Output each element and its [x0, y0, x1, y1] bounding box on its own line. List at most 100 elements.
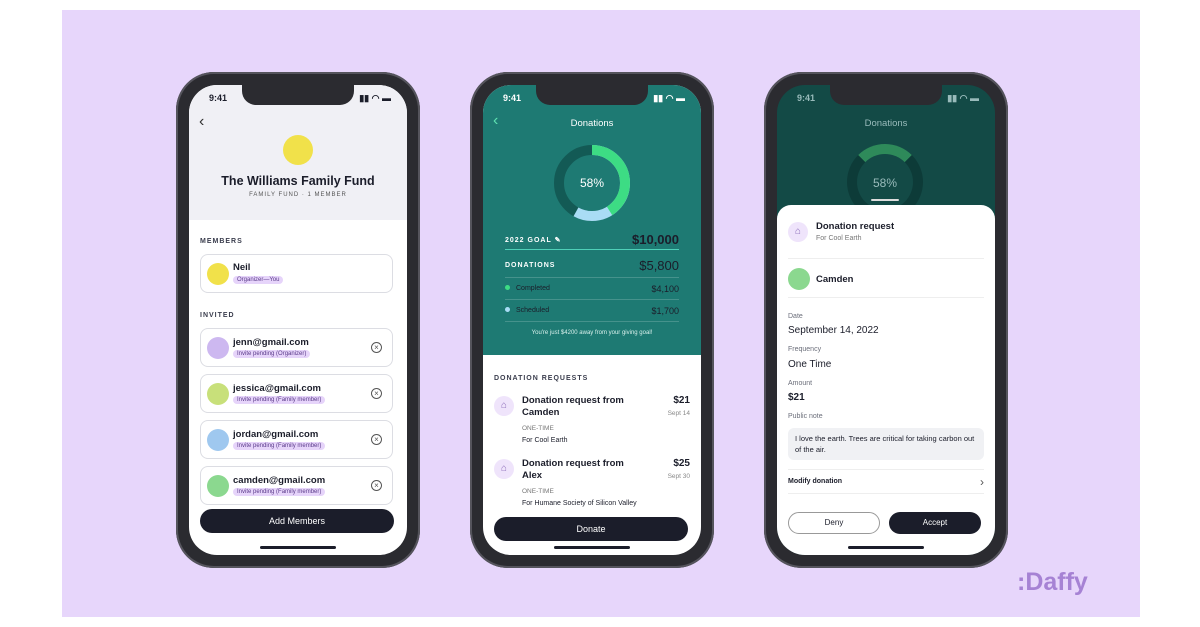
- remove-invite-icon[interactable]: ×: [371, 388, 382, 399]
- signal-wifi-battery-icon: ▮▮ ◠ ▬: [947, 93, 979, 103]
- request-charity: For Cool Earth: [522, 437, 568, 444]
- invite-card[interactable]: jenn@gmail.com Invite pending (Organizer…: [200, 328, 393, 367]
- request-date: Sept 30: [667, 473, 690, 480]
- request-type: ONE-TIME: [522, 488, 554, 495]
- public-note: I love the earth. Trees are critical for…: [788, 428, 984, 460]
- house-icon: ⌂: [788, 222, 808, 242]
- time: 9:41: [209, 93, 228, 103]
- invite-email: camden@gmail.com: [233, 475, 326, 486]
- request-type: ONE-TIME: [522, 425, 554, 432]
- request-amount: $25: [673, 458, 690, 469]
- time: 9:41: [797, 93, 816, 103]
- avatar: [207, 263, 229, 285]
- invite-status: Invite pending (Organizer): [233, 350, 311, 358]
- scheduled-label: Scheduled: [505, 307, 549, 314]
- frequency-label: Frequency: [788, 346, 822, 353]
- progress-label: 58%: [872, 176, 898, 190]
- invite-email: jessica@gmail.com: [233, 383, 321, 394]
- completed-label: Completed: [505, 285, 550, 292]
- goal-label: 2022 GOAL ✎: [505, 236, 562, 244]
- screen-title: Donations: [570, 118, 614, 129]
- request-charity: For Humane Society of Silicon Valley: [522, 500, 637, 507]
- back-icon[interactable]: ‹: [199, 113, 204, 131]
- screen-title: Donations: [864, 118, 908, 129]
- avatar: [207, 337, 229, 359]
- modify-label: Modify donation: [788, 478, 843, 485]
- daffy-logo: :Daffy: [1017, 568, 1088, 596]
- notch: [830, 85, 942, 105]
- amount-label: Amount: [788, 380, 813, 387]
- notch: [536, 85, 648, 105]
- home-indicator: [260, 546, 336, 549]
- screen: 9:41 ▮▮ ◠ ▬ ‹ The Williams Family Fund FA…: [189, 85, 407, 555]
- signal-wifi-battery-icon: ▮▮ ◠ ▬: [653, 93, 685, 103]
- goal-message: You're just $4200 away from your giving …: [531, 330, 653, 336]
- edit-icon[interactable]: ✎: [555, 237, 562, 244]
- date-value: September 14, 2022: [788, 325, 879, 336]
- avatar: [207, 429, 229, 451]
- house-icon: ⌂: [494, 459, 514, 479]
- sheet-subtitle: For Cool Earth: [816, 235, 862, 242]
- avatar: [207, 475, 229, 497]
- member-name: Neil: [233, 262, 251, 273]
- donations-value: $5,800: [639, 258, 679, 273]
- home-indicator: [554, 546, 630, 549]
- screen: 9:41 ▮▮ ◠ ▬ Donations 58% ⌂ Donation requ…: [777, 85, 995, 555]
- remove-invite-icon[interactable]: ×: [371, 342, 382, 353]
- remove-invite-icon[interactable]: ×: [371, 434, 382, 445]
- frequency-value: One Time: [788, 359, 832, 370]
- modify-donation-row[interactable]: Modify donation ›: [788, 469, 984, 494]
- donate-button[interactable]: Donate: [494, 517, 688, 541]
- add-members-button[interactable]: Add Members: [200, 509, 394, 533]
- avatar: [207, 383, 229, 405]
- request-amount: $21: [673, 395, 690, 406]
- requests-label: DONATION REQUESTS: [494, 375, 589, 382]
- accept-button[interactable]: Accept: [889, 512, 981, 534]
- signal-wifi-battery-icon: ▮▮ ◠ ▬: [359, 93, 391, 103]
- sheet-title: Donation request: [816, 221, 895, 232]
- amount-value: $21: [788, 392, 805, 403]
- request-title: Donation request from Camden: [522, 395, 624, 418]
- invite-card[interactable]: jordan@gmail.com Invite pending (Family …: [200, 420, 393, 459]
- phone-request-detail: 9:41 ▮▮ ◠ ▬ Donations 58% ⌂ Donation requ…: [764, 72, 1008, 568]
- chevron-right-icon: ›: [980, 474, 984, 489]
- request-sheet: ⌂ Donation request For Cool Earth Camden…: [777, 205, 995, 555]
- requester-name: Camden: [816, 274, 854, 285]
- home-indicator: [848, 546, 924, 549]
- scheduled-value: $1,700: [651, 305, 679, 316]
- request-date: Sept 14: [667, 410, 690, 417]
- invite-status: Invite pending (Family member): [233, 488, 326, 496]
- member-card[interactable]: Neil Organizer—You: [200, 254, 393, 293]
- role-badge: Organizer—You: [233, 276, 284, 284]
- invite-status: Invite pending (Family member): [233, 396, 326, 404]
- request-title: Donation request from Alex: [522, 458, 624, 481]
- donations-label: DONATIONS: [505, 262, 556, 269]
- requester-avatar: [788, 268, 810, 290]
- screen: 9:41 ▮▮ ◠ ▬ ‹ Donations 58% 2022 GOAL ✎ $…: [483, 85, 701, 555]
- remove-invite-icon[interactable]: ×: [371, 480, 382, 491]
- fund-avatar: [283, 135, 313, 165]
- progress-label: 58%: [579, 176, 605, 190]
- invite-email: jenn@gmail.com: [233, 337, 309, 348]
- note-label: Public note: [788, 413, 823, 420]
- completed-value: $4,100: [651, 283, 679, 294]
- house-icon: ⌂: [494, 396, 514, 416]
- notch: [242, 85, 354, 105]
- invited-label: INVITED: [200, 312, 235, 319]
- goal-value: $10,000: [632, 232, 679, 247]
- phone-family-fund: 9:41 ▮▮ ◠ ▬ ‹ The Williams Family Fund FA…: [176, 72, 420, 568]
- request-item[interactable]: ⌂ Donation request from Alex ONE-TIME Fo…: [483, 456, 701, 516]
- request-item[interactable]: ⌂ Donation request from Camden ONE-TIME …: [483, 393, 701, 453]
- invite-status: Invite pending (Family member): [233, 442, 326, 450]
- phone-donations: 9:41 ▮▮ ◠ ▬ ‹ Donations 58% 2022 GOAL ✎ $…: [470, 72, 714, 568]
- deny-button[interactable]: Deny: [788, 512, 880, 534]
- fund-title: The Williams Family Fund: [221, 174, 375, 188]
- invite-card[interactable]: jessica@gmail.com Invite pending (Family…: [200, 374, 393, 413]
- members-label: MEMBERS: [200, 238, 243, 245]
- sheet-grabber[interactable]: [871, 199, 899, 201]
- fund-subtitle: FAMILY FUND · 1 MEMBER: [249, 192, 347, 198]
- time: 9:41: [503, 93, 522, 103]
- invite-email: jordan@gmail.com: [233, 429, 319, 440]
- date-label: Date: [788, 313, 803, 320]
- invite-card[interactable]: camden@gmail.com Invite pending (Family …: [200, 466, 393, 505]
